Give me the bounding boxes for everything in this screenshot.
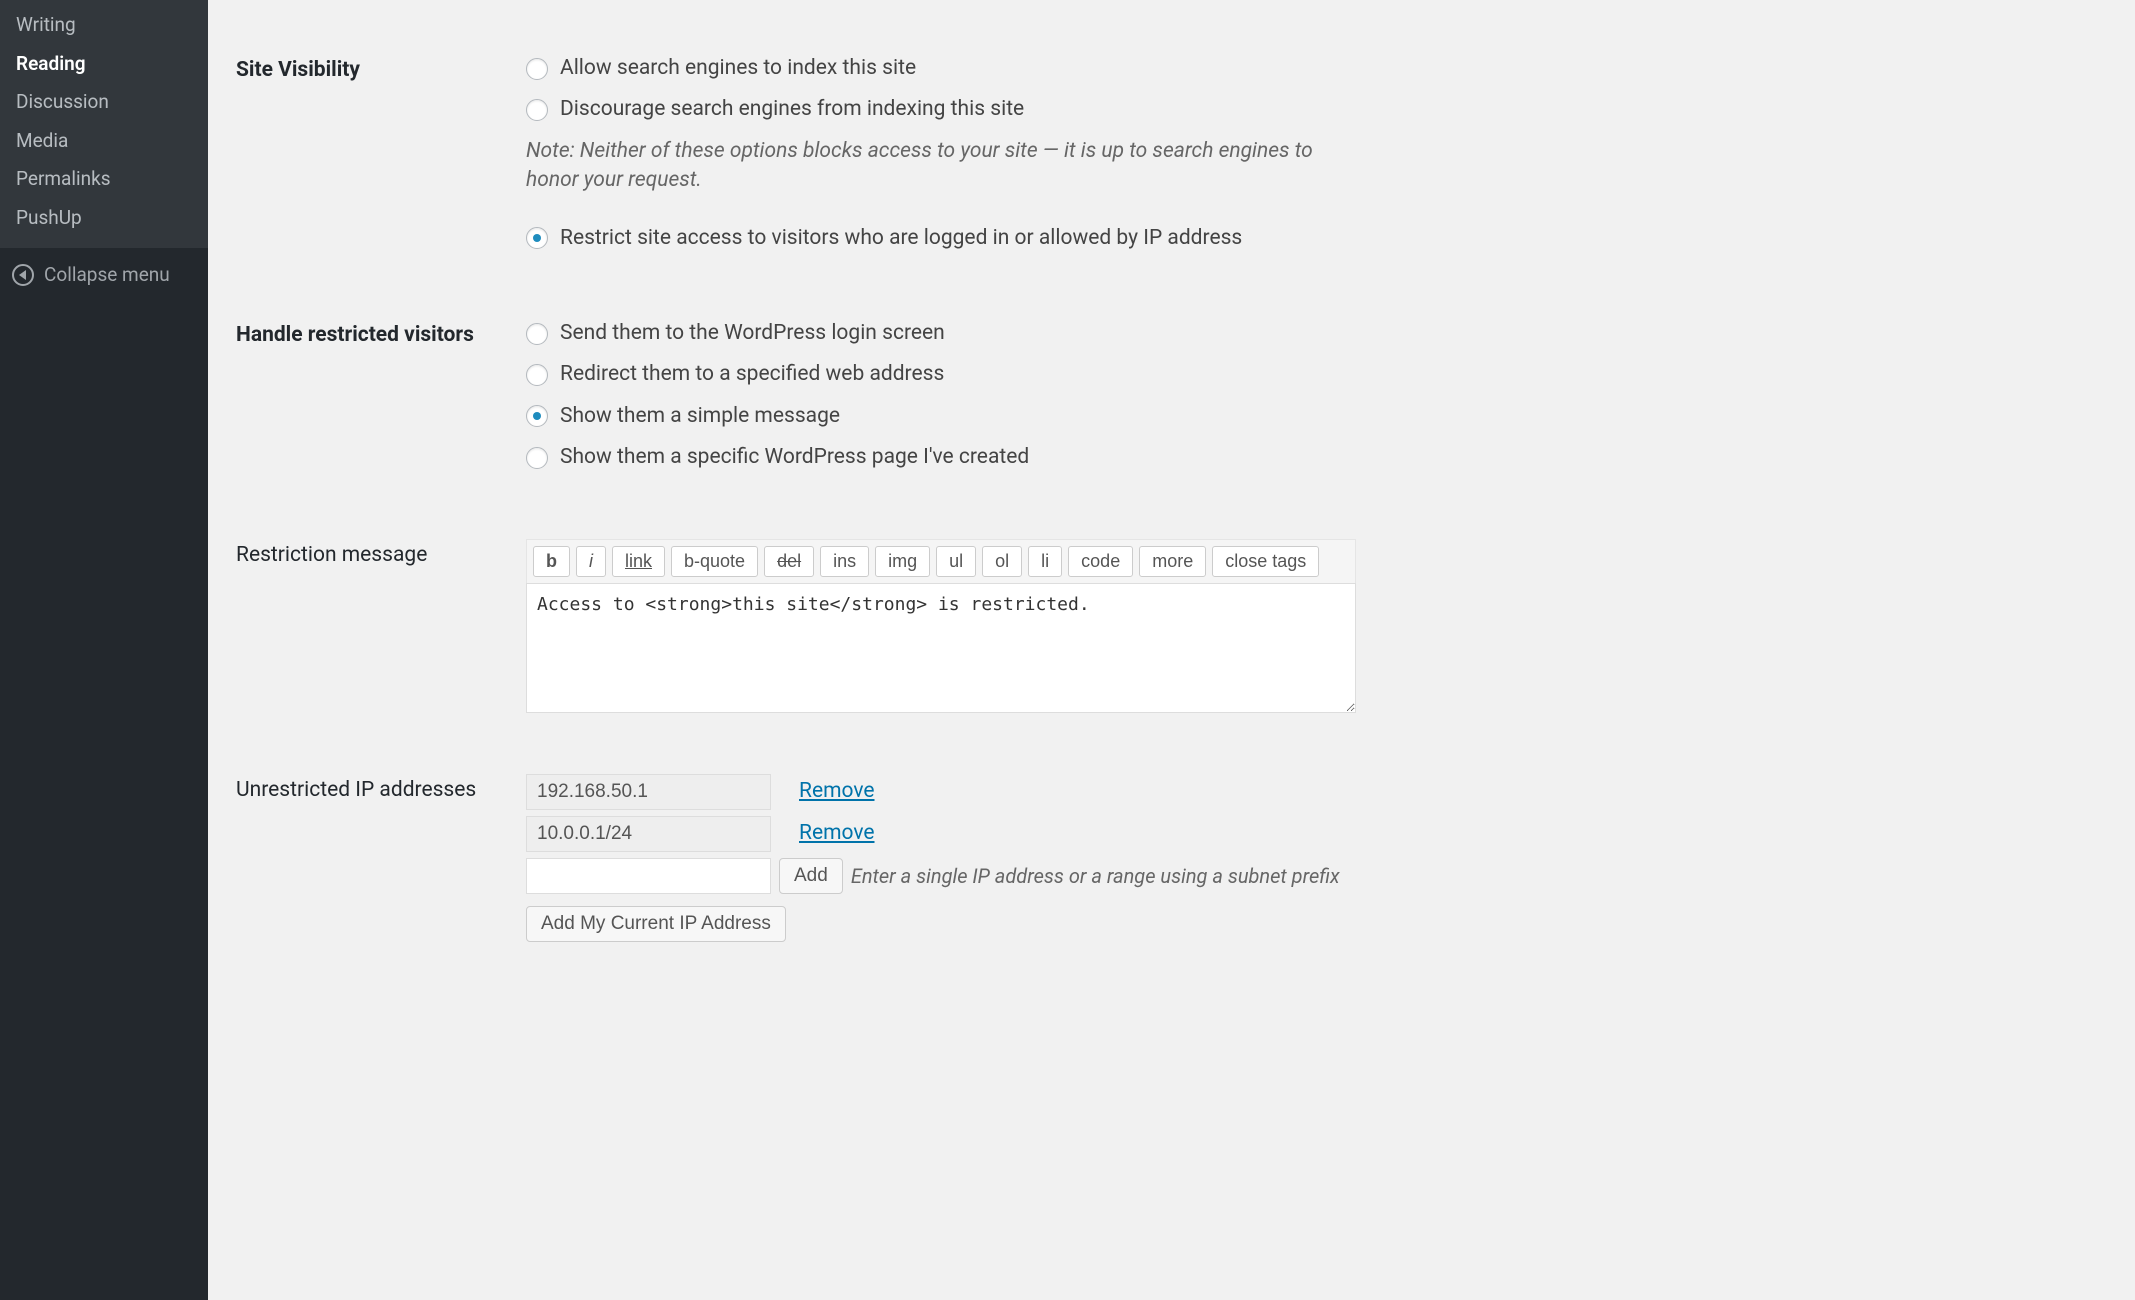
radio-allow-index[interactable]: Allow search engines to index this site	[526, 54, 2107, 83]
radio-icon	[526, 447, 548, 469]
qt-close-tags-button[interactable]: close tags	[1212, 546, 1319, 577]
qt-ins-button[interactable]: ins	[820, 546, 869, 577]
row-ip-addresses: Unrestricted IP addresses Remove Remove …	[236, 774, 2107, 942]
ip-input-new[interactable]	[526, 858, 771, 894]
qt-italic-button[interactable]: i	[576, 546, 606, 577]
radio-send-login[interactable]: Send them to the WordPress login screen	[526, 319, 2107, 348]
heading-ip-addresses: Unrestricted IP addresses	[236, 774, 526, 942]
row-handle-restricted: Handle restricted visitors Send them to …	[236, 319, 2107, 485]
qt-li-button[interactable]: li	[1028, 546, 1062, 577]
row-site-visibility: Site Visibility Allow search engines to …	[236, 54, 2107, 265]
radio-label: Discourage search engines from indexing …	[560, 95, 1024, 124]
sidebar-item-reading[interactable]: Reading	[0, 45, 208, 84]
radio-label: Show them a specific WordPress page I've…	[560, 443, 1029, 472]
quicktags-toolbar: b i link b-quote del ins img ul ol li co…	[526, 539, 1356, 583]
qt-link-button[interactable]: link	[612, 546, 665, 577]
radio-label: Restrict site access to visitors who are…	[560, 224, 1242, 253]
qt-more-button[interactable]: more	[1139, 546, 1206, 577]
radio-icon	[526, 58, 548, 80]
radio-simple-message[interactable]: Show them a simple message	[526, 402, 2107, 431]
collapse-menu-label: Collapse menu	[44, 262, 170, 289]
heading-site-visibility: Site Visibility	[236, 54, 526, 265]
radio-redirect[interactable]: Redirect them to a specified web address	[526, 360, 2107, 389]
radio-label: Redirect them to a specified web address	[560, 360, 944, 389]
heading-restriction-message: Restriction message	[236, 539, 526, 720]
radio-icon	[526, 364, 548, 386]
row-restriction-message: Restriction message b i link b-quote del…	[236, 539, 2107, 720]
radio-wp-page[interactable]: Show them a specific WordPress page I've…	[526, 443, 2107, 472]
collapse-icon	[12, 264, 34, 286]
radio-label: Send them to the WordPress login screen	[560, 319, 945, 348]
admin-sidebar: Writing Reading Discussion Media Permali…	[0, 0, 208, 1300]
restriction-message-textarea[interactable]	[526, 583, 1356, 713]
ip-input-2[interactable]	[526, 816, 771, 852]
sidebar-item-media[interactable]: Media	[0, 122, 208, 161]
collapse-menu-button[interactable]: Collapse menu	[0, 248, 208, 303]
qt-bold-button[interactable]: b	[533, 546, 570, 577]
radio-restrict-access[interactable]: Restrict site access to visitors who are…	[526, 224, 2107, 253]
radio-icon	[526, 323, 548, 345]
heading-handle-restricted: Handle restricted visitors	[236, 319, 526, 485]
qt-ol-button[interactable]: ol	[982, 546, 1022, 577]
sidebar-item-permalinks[interactable]: Permalinks	[0, 160, 208, 199]
remove-ip-link[interactable]: Remove	[799, 777, 875, 806]
visibility-note: Note: Neither of these options blocks ac…	[526, 137, 1346, 196]
remove-ip-link[interactable]: Remove	[799, 819, 875, 848]
qt-bquote-button[interactable]: b-quote	[671, 546, 758, 577]
radio-discourage-index[interactable]: Discourage search engines from indexing …	[526, 95, 2107, 124]
ip-row: Remove	[526, 816, 2107, 852]
ip-input-1[interactable]	[526, 774, 771, 810]
ip-add-row: Add Enter a single IP address or a range…	[526, 858, 2107, 894]
sidebar-item-discussion[interactable]: Discussion	[0, 83, 208, 122]
sidebar-item-writing[interactable]: Writing	[0, 6, 208, 45]
qt-ul-button[interactable]: ul	[936, 546, 976, 577]
add-current-ip-button[interactable]: Add My Current IP Address	[526, 906, 786, 942]
radio-icon	[526, 227, 548, 249]
qt-code-button[interactable]: code	[1068, 546, 1133, 577]
qt-del-button[interactable]: del	[764, 546, 814, 577]
ip-row: Remove	[526, 774, 2107, 810]
settings-submenu: Writing Reading Discussion Media Permali…	[0, 0, 208, 248]
qt-img-button[interactable]: img	[875, 546, 930, 577]
sidebar-item-pushup[interactable]: PushUp	[0, 199, 208, 238]
radio-label: Show them a simple message	[560, 402, 840, 431]
radio-icon	[526, 99, 548, 121]
radio-label: Allow search engines to index this site	[560, 54, 916, 83]
radio-icon	[526, 405, 548, 427]
add-ip-button[interactable]: Add	[779, 858, 843, 894]
main-content: Site Visibility Allow search engines to …	[208, 0, 2135, 1300]
ip-hint: Enter a single IP address or a range usi…	[851, 862, 1340, 890]
